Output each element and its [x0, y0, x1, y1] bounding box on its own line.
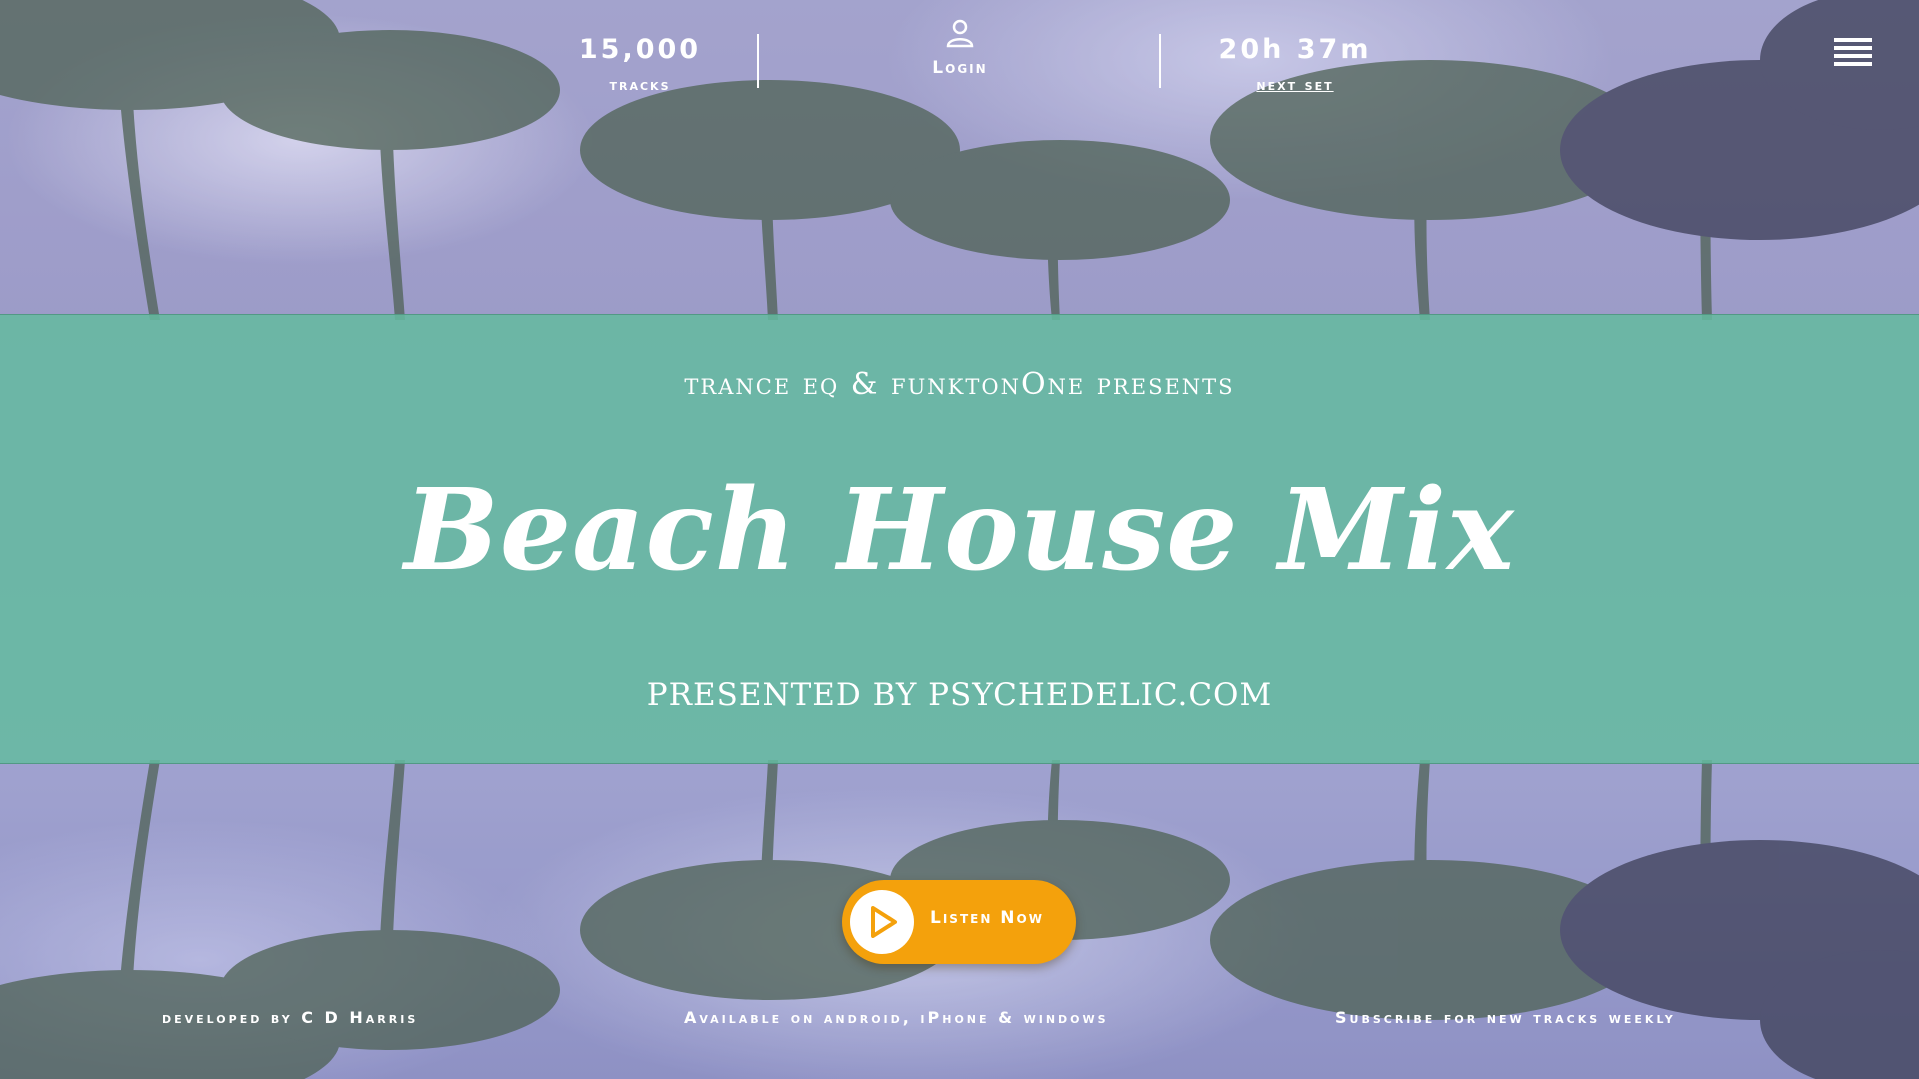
mix-title: Beach House Mix	[404, 465, 1515, 596]
presented-by-text: PRESENTED BY PSYCHEDELIC.COM	[646, 677, 1273, 713]
platform-availability: Available on android, iPhone & windows	[684, 1008, 1109, 1027]
hero-banner: trance eq & funktonOne presents Beach Ho…	[0, 314, 1919, 764]
listen-now-button[interactable]: Listen Now	[842, 880, 1076, 964]
listen-now-label: Listen Now	[930, 908, 1044, 928]
user-icon	[946, 19, 974, 48]
login-button[interactable]: Login	[900, 18, 1020, 78]
landing-page: 15,000 tracks Login 20h 37m next set tra…	[0, 0, 1919, 1079]
countdown-value: 20h 37m	[1218, 34, 1372, 65]
play-icon	[850, 890, 914, 954]
tracks-count: 15,000	[578, 34, 702, 65]
header-divider	[757, 34, 759, 88]
subscribe-link[interactable]: Subscribe for new tracks weekly	[1335, 1008, 1676, 1027]
login-label: Login	[932, 58, 988, 78]
tracks-label: tracks	[609, 75, 671, 94]
developer-credit: developed by C D Harris	[162, 1008, 419, 1027]
next-set-link[interactable]: next set	[1195, 75, 1395, 94]
presents-heading: trance eq & funktonOne presents	[684, 367, 1235, 402]
next-set-countdown[interactable]: 20h 37m next set	[1195, 34, 1395, 94]
tracks-stat: 15,000 tracks	[560, 34, 720, 94]
hamburger-menu-icon[interactable]	[1834, 38, 1872, 74]
header-divider	[1159, 34, 1161, 88]
